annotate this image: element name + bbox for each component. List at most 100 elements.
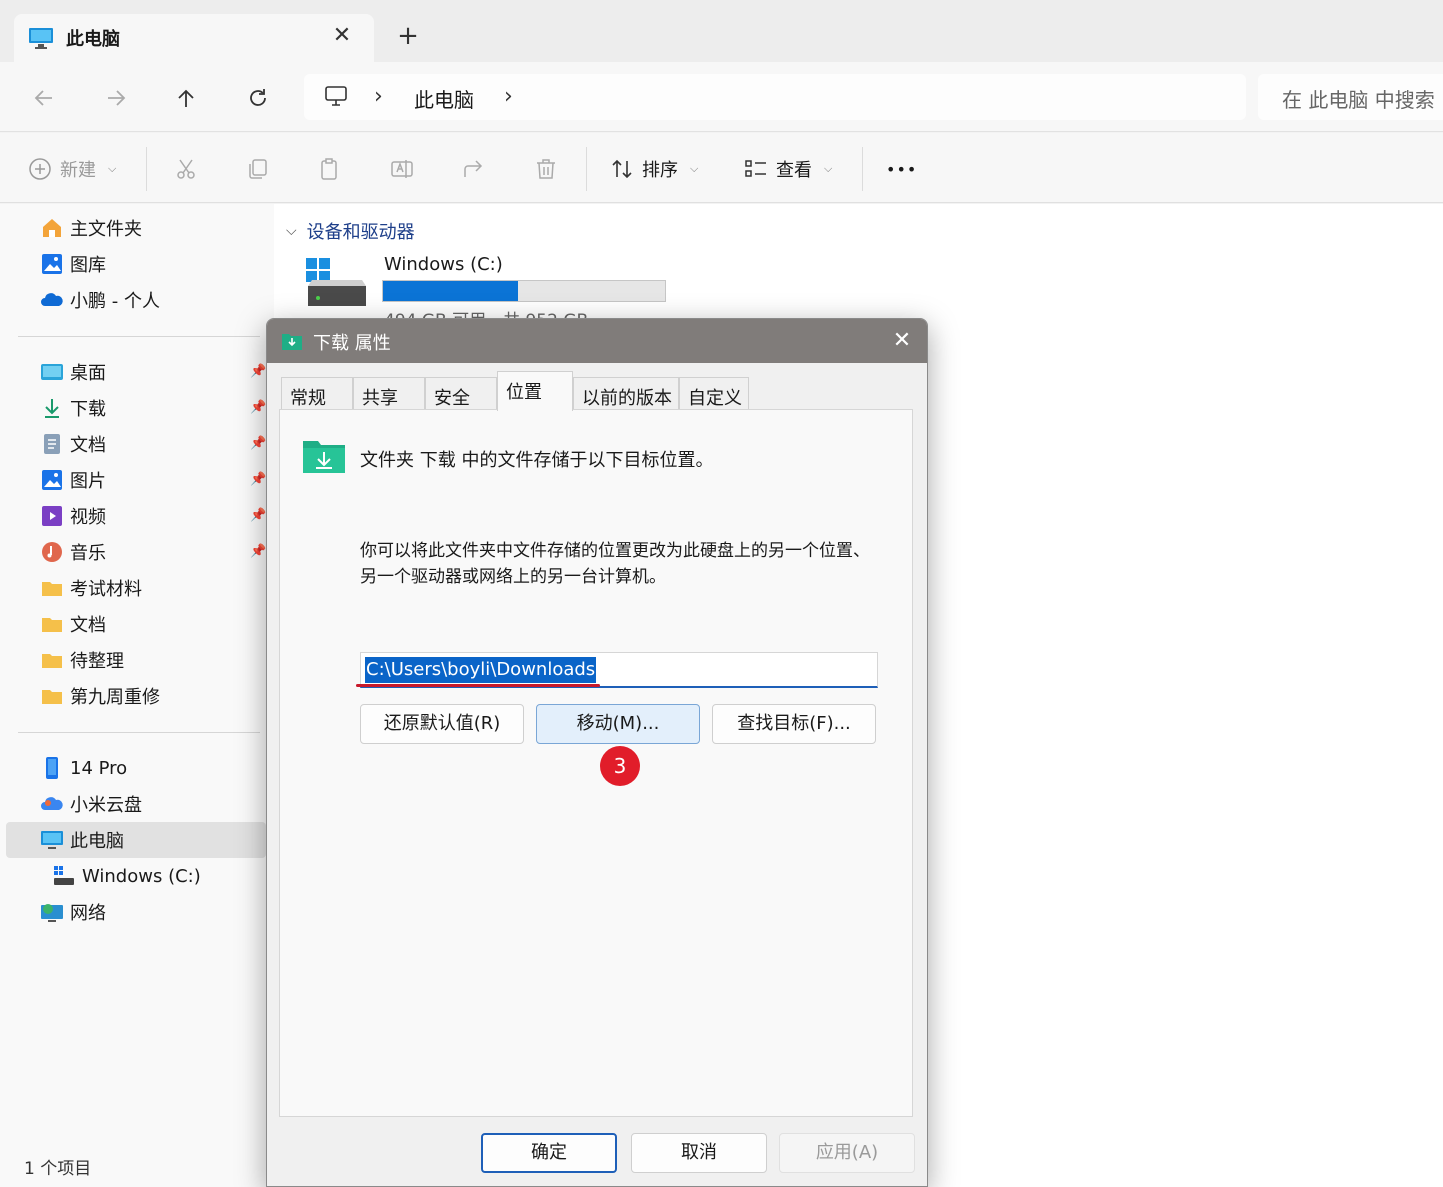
- sidebar-item-label: 下载: [70, 399, 106, 420]
- new-tab-button[interactable]: +: [394, 22, 422, 50]
- sidebar-item-mi-cloud[interactable]: 小米云盘: [40, 788, 142, 820]
- network-icon: [40, 900, 64, 924]
- share-button[interactable]: [462, 153, 486, 185]
- navigation-bar: › 此电脑 › 在 此电脑 中搜索: [0, 62, 1443, 132]
- drive-usage-bar: [382, 280, 666, 302]
- rename-button[interactable]: [390, 153, 414, 185]
- sidebar-item-label: 小米云盘: [70, 795, 142, 816]
- group-header-devices[interactable]: ⌵ 设备和驱动器: [286, 218, 415, 244]
- tab-general[interactable]: 常规: [281, 377, 353, 409]
- new-button[interactable]: 新建 ⌵: [28, 153, 116, 185]
- find-target-button[interactable]: 查找目标(F)...: [712, 704, 876, 744]
- tab-sharing[interactable]: 共享: [353, 377, 425, 409]
- sidebar-item-label: 图库: [70, 255, 106, 276]
- folder-icon: [40, 612, 64, 636]
- rename-icon: [391, 160, 413, 178]
- search-box[interactable]: 在 此电脑 中搜索: [1258, 74, 1443, 120]
- sidebar-item-folder-todo[interactable]: 待整理: [40, 644, 124, 676]
- view-list-icon: [745, 160, 766, 177]
- sort-button[interactable]: 排序 ⌵: [610, 153, 698, 185]
- sidebar-item-videos[interactable]: 视频: [40, 500, 106, 532]
- pin-icon[interactable]: 📌: [250, 436, 266, 451]
- pin-icon[interactable]: 📌: [250, 508, 266, 523]
- location-path-field[interactable]: C:\Users\boyli\Downloads: [360, 652, 878, 688]
- breadcrumb-this-pc[interactable]: 此电脑: [414, 84, 474, 113]
- share-icon: [464, 160, 483, 177]
- sidebar-item-downloads[interactable]: 下载: [40, 392, 106, 424]
- tab-location[interactable]: 位置: [497, 371, 573, 411]
- properties-dialog: 下载 属性 ✕ 常规 共享 安全 位置 以前的版本 自定义 文件夹 下载 中的文…: [266, 318, 928, 1187]
- cut-button[interactable]: [174, 153, 198, 185]
- sidebar-item-phone[interactable]: 14 Pro: [40, 752, 127, 784]
- chevron-down-icon: ⌵: [824, 162, 833, 175]
- sidebar-item-music[interactable]: 音乐: [40, 536, 106, 568]
- sidebar-item-folder-week9[interactable]: 第九周重修: [40, 680, 160, 712]
- apply-button[interactable]: 应用(A): [779, 1133, 915, 1173]
- ok-button[interactable]: 确定: [481, 1133, 617, 1173]
- chevron-right-icon[interactable]: ›: [374, 84, 383, 109]
- sidebar-item-folder-exam[interactable]: 考试材料: [40, 572, 142, 604]
- sidebar-item-label: 待整理: [70, 651, 124, 672]
- delete-button[interactable]: [534, 153, 558, 185]
- chevron-down-icon: ⌵: [690, 162, 699, 175]
- document-icon: [40, 432, 64, 456]
- computer-icon: [40, 828, 64, 852]
- sort-label: 排序: [642, 160, 678, 181]
- cloud-icon: [40, 792, 64, 816]
- phone-icon: [40, 756, 64, 780]
- location-path-value: C:\Users\boyli\Downloads: [365, 657, 597, 683]
- music-icon: [40, 540, 64, 564]
- divider: [18, 732, 260, 733]
- chevron-right-icon[interactable]: ›: [504, 84, 513, 109]
- refresh-button[interactable]: [240, 80, 276, 116]
- navigation-pane: 主文件夹 图库 小鹏 - 个人 桌面 📌 下载 📌 文档 📌 图片 📌 视频 📌…: [0, 204, 274, 1187]
- monitor-icon: [324, 85, 348, 112]
- tab-customize[interactable]: 自定义: [679, 377, 749, 409]
- back-button[interactable]: [26, 80, 62, 116]
- pin-icon[interactable]: 📌: [250, 364, 266, 379]
- pin-icon[interactable]: 📌: [250, 472, 266, 487]
- paste-button[interactable]: [318, 153, 342, 185]
- cancel-button[interactable]: 取消: [631, 1133, 767, 1173]
- up-button[interactable]: [168, 80, 204, 116]
- view-button[interactable]: 查看 ⌵: [744, 153, 832, 185]
- sidebar-item-label: 此电脑: [70, 831, 124, 852]
- arrow-right-icon: [108, 90, 126, 106]
- sidebar-item-pictures[interactable]: 图片: [40, 464, 106, 496]
- sidebar-item-this-pc[interactable]: 此电脑: [40, 824, 124, 856]
- annotation-underline: [356, 684, 600, 687]
- tab-title: 此电脑: [66, 29, 120, 50]
- sidebar-item-documents[interactable]: 文档: [40, 428, 106, 460]
- more-options-button[interactable]: •••: [886, 153, 917, 185]
- sidebar-item-drive-c[interactable]: Windows (C:): [52, 860, 201, 892]
- clipboard-icon: [321, 158, 337, 180]
- sidebar-item-home[interactable]: 主文件夹: [40, 212, 142, 244]
- copy-button[interactable]: [246, 153, 270, 185]
- dialog-close-button[interactable]: ✕: [885, 325, 919, 357]
- close-tab-button[interactable]: ✕: [328, 22, 356, 50]
- sidebar-item-label: 考试材料: [70, 579, 142, 600]
- restore-default-button[interactable]: 还原默认值(R): [360, 704, 524, 744]
- sidebar-item-folder-docs[interactable]: 文档: [40, 608, 106, 640]
- tab-security[interactable]: 安全: [425, 377, 497, 409]
- dialog-title-bar[interactable]: 下载 属性 ✕: [267, 319, 927, 363]
- pin-icon[interactable]: 📌: [250, 400, 266, 415]
- gallery-icon: [40, 252, 64, 276]
- sidebar-item-onedrive[interactable]: 小鹏 - 个人: [40, 284, 160, 316]
- chevron-down-icon: ⌵: [286, 223, 297, 239]
- address-bar[interactable]: › 此电脑 ›: [304, 74, 1246, 120]
- sidebar-item-network[interactable]: 网络: [40, 896, 106, 928]
- sidebar-item-label: 视频: [70, 507, 106, 528]
- arrow-up-icon: [178, 89, 194, 107]
- sidebar-item-label: 音乐: [70, 543, 106, 564]
- move-button[interactable]: 移动(M)...: [536, 704, 700, 744]
- sidebar-item-desktop[interactable]: 桌面: [40, 356, 106, 388]
- title-bar: 此电脑 ✕ +: [0, 0, 1443, 62]
- tab-previous-versions[interactable]: 以前的版本: [573, 377, 679, 409]
- tab-this-pc[interactable]: 此电脑 ✕: [14, 14, 374, 62]
- forward-button[interactable]: [98, 80, 134, 116]
- pin-icon[interactable]: 📌: [250, 544, 266, 559]
- sidebar-item-gallery[interactable]: 图库: [40, 248, 106, 280]
- folder-icon: [40, 684, 64, 708]
- step-badge: 3: [600, 746, 640, 786]
